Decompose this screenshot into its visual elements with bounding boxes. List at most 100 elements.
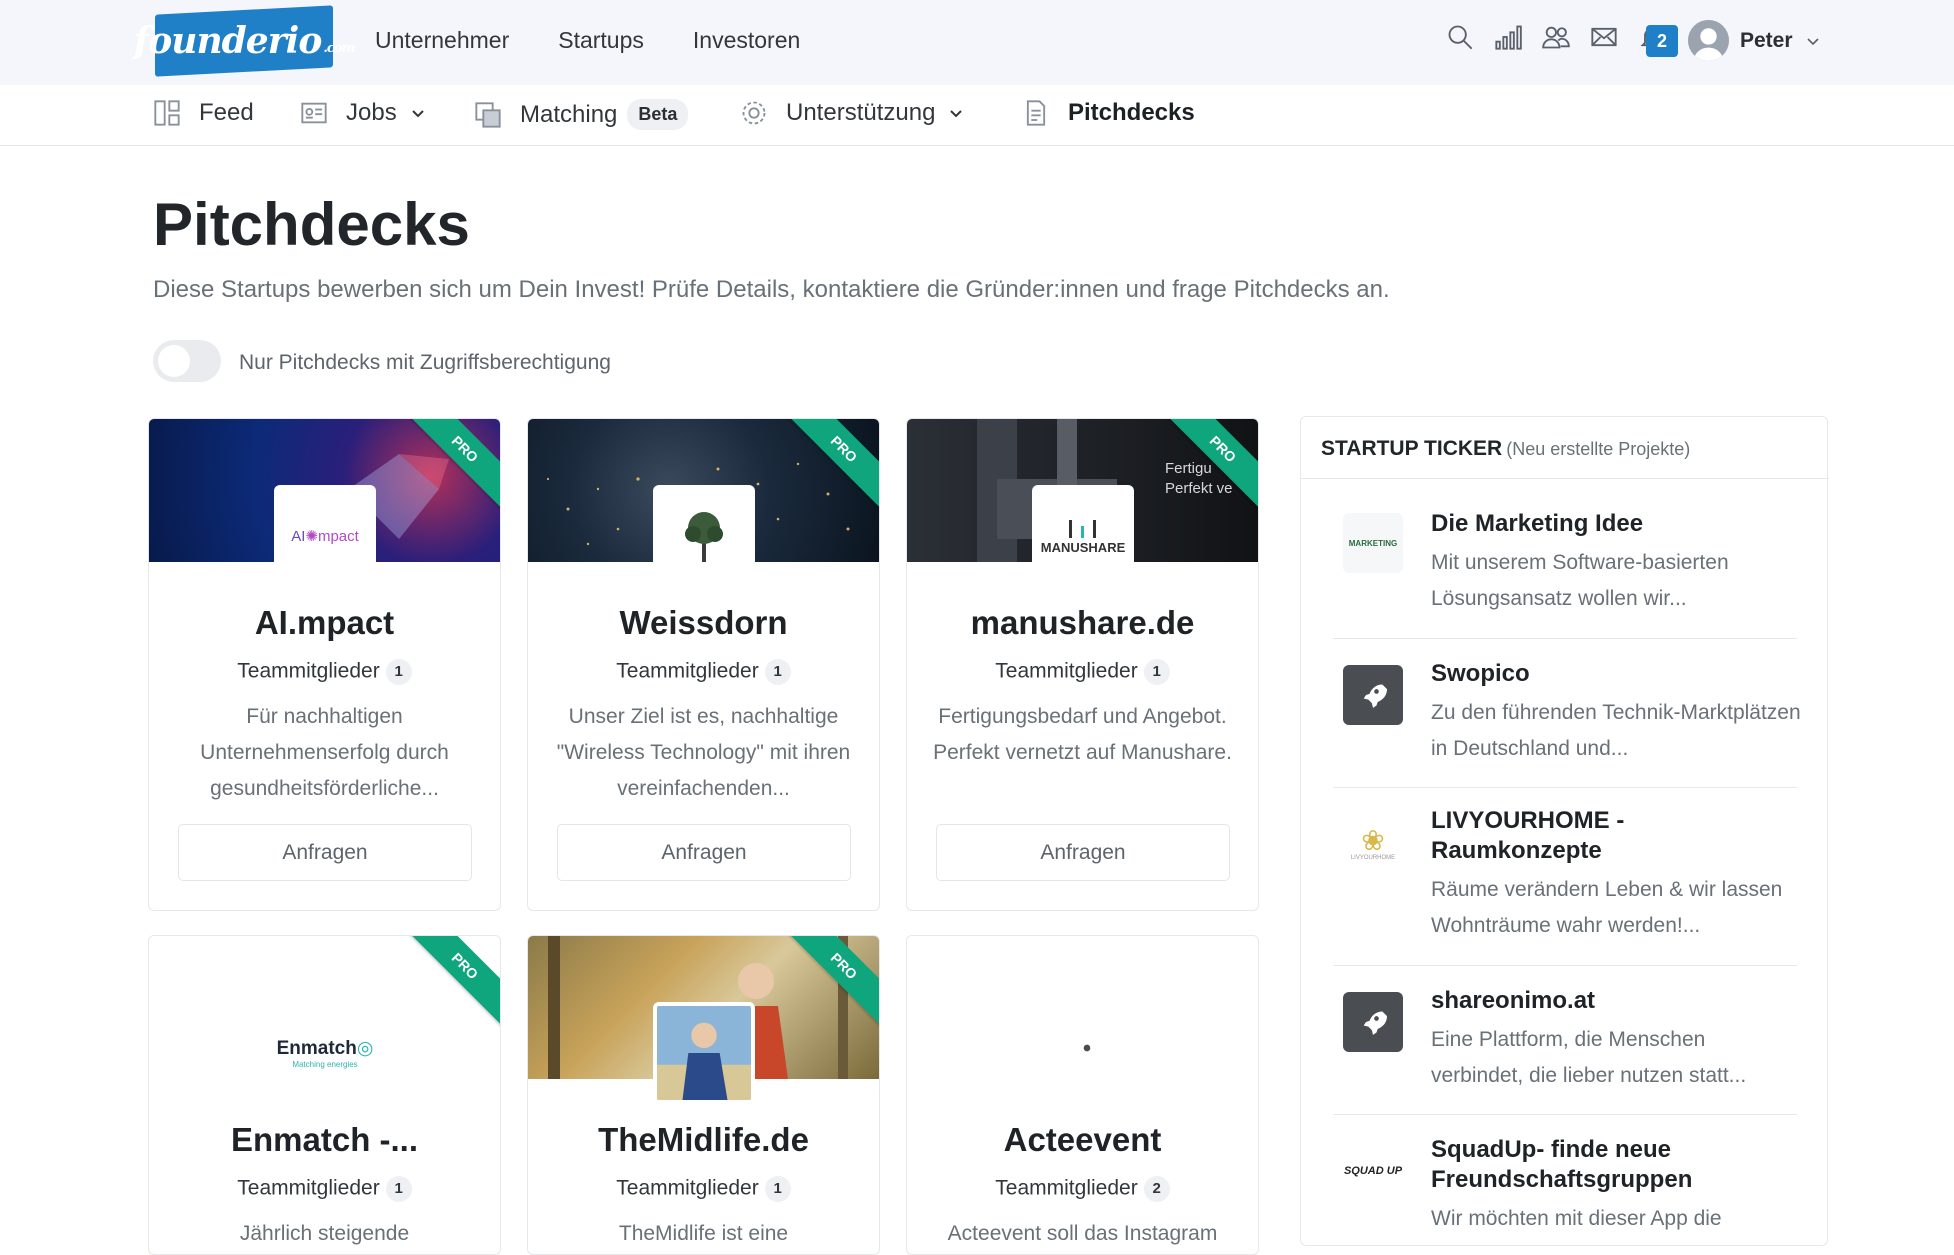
subnav-matching[interactable]: Matching Beta <box>474 99 689 130</box>
team-members: Teammitglieder 1 <box>528 1176 879 1202</box>
search-icon[interactable] <box>1445 22 1475 52</box>
startup-logo: ❀ LIVYOURHOME <box>1350 825 1396 862</box>
startup-description: TheMidlife ist eine <box>618 1222 789 1245</box>
ticker-item[interactable]: shareonimo.at Eine Plattform, die Mensch… <box>1333 966 1797 1115</box>
subnav-support-label: Unterstützung <box>786 99 936 126</box>
subnav-pitchdecks[interactable]: Pitchdecks <box>1022 99 1195 127</box>
mail-icon[interactable] <box>1589 22 1619 52</box>
startup-card-acteevent[interactable]: Acteevent Teammitglieder 2 Acteevent soll… <box>906 935 1259 1255</box>
ticker-item[interactable]: SQUAD UP SquadUp- finde neue Freundschaf… <box>1333 1115 1797 1245</box>
subnav-feed-label: Feed <box>199 99 254 126</box>
rocket-icon <box>1343 992 1403 1052</box>
ticker-item-name[interactable]: Die Marketing Idee <box>1431 509 1791 539</box>
team-count: 2 <box>1143 1176 1170 1202</box>
startup-description: Jährlich steigende <box>239 1222 410 1245</box>
team-members: Teammitglieder 1 <box>149 659 500 685</box>
team-count: 1 <box>1143 659 1170 685</box>
startup-name[interactable]: TheMidlife.de <box>528 1121 879 1159</box>
startup-logo: Enmatch◎ Matching energies <box>274 1002 376 1104</box>
ticker-subtitle: (Neu erstellte Projekte) <box>1506 439 1691 459</box>
startup-logo: MANUSHARE <box>1032 485 1134 587</box>
startup-ticker: STARTUP TICKER (Neu erstellte Projekte) M… <box>1300 416 1829 1246</box>
user-avatar[interactable] <box>1688 20 1729 61</box>
document-icon <box>1026 100 1046 126</box>
pro-ribbon: PRO <box>777 936 879 1038</box>
chevron-down-icon <box>411 110 424 118</box>
ticker-item-name[interactable]: LIVYOURHOME - Raumkonzepte <box>1431 806 1791 866</box>
access-filter-toggle[interactable] <box>153 340 221 382</box>
startup-card-aimpact[interactable]: PRO AI✺mpact AI.mpact Teammitglieder 1 Fü… <box>148 418 501 911</box>
pro-ribbon: PRO <box>777 419 879 521</box>
main-nav: Unternehmer Startups Investoren <box>375 27 800 54</box>
ticker-item-desc: Wir möchten mit dieser App die <box>1431 1207 1722 1230</box>
ticker-item-name[interactable]: Swopico <box>1431 659 1791 689</box>
copy-icon <box>475 101 501 128</box>
page-subtitle: Diese Startups bewerben sich um Dein Inv… <box>153 276 1390 303</box>
layout-icon <box>154 100 180 126</box>
page-title: Pitchdecks <box>153 191 470 258</box>
ticker-title: STARTUP TICKER <box>1321 437 1503 460</box>
request-button[interactable]: Anfragen <box>557 824 851 881</box>
startup-description: Unser Ziel ist es, nachhaltige "Wireless… <box>556 705 851 800</box>
ticker-item-desc: Mit unserem Software-basierten Lösungsan… <box>1431 551 1729 610</box>
users-icon[interactable] <box>1541 22 1571 52</box>
pro-ribbon: PRO <box>1156 419 1258 521</box>
subnav-jobs[interactable]: Jobs <box>300 99 425 127</box>
team-members: Teammitglieder 1 <box>149 1176 500 1202</box>
ticker-item[interactable]: MARKETING Die Marketing Idee Mit unserem… <box>1333 479 1797 639</box>
nav-startups[interactable]: Startups <box>558 27 644 54</box>
ticker-item[interactable]: Swopico Zu den führenden Technik-Marktpl… <box>1333 639 1801 788</box>
id-card-icon <box>301 102 327 124</box>
subnav-feed[interactable]: Feed <box>153 99 254 127</box>
startup-description: Für nachhaltigen Unternehmenserfolg durc… <box>200 705 449 800</box>
rocket-icon <box>1035 1006 1129 1100</box>
beta-badge: Beta <box>627 99 689 130</box>
startup-name[interactable]: Weissdorn <box>528 604 879 642</box>
startup-name[interactable]: manushare.de <box>907 604 1258 642</box>
team-count: 1 <box>764 1176 791 1202</box>
nav-investoren[interactable]: Investoren <box>693 27 800 54</box>
rocket-icon <box>1343 665 1403 725</box>
ticker-item-desc: Eine Plattform, die Menschen verbindet, … <box>1431 1028 1747 1087</box>
startup-name[interactable]: Enmatch -... <box>149 1121 500 1159</box>
toggle-label: Nur Pitchdecks mit Zugriffsberechtigung <box>239 351 611 374</box>
startup-logo: SQUAD UP <box>1343 1165 1403 1177</box>
ticker-header: STARTUP TICKER (Neu erstellte Projekte) <box>1301 417 1829 479</box>
startup-card-weissdorn[interactable]: PRO Weissdorn Teammitglieder 1 Unser Ziel… <box>527 418 880 911</box>
founderio-logo[interactable]: founderio .com <box>134 5 354 77</box>
startup-card-themidlife[interactable]: PRO TheMidlife.de Teammitglieder 1 TheMid… <box>527 935 880 1255</box>
ticker-item-name[interactable]: SquadUp- finde neue Freundschaftsgruppen <box>1431 1135 1791 1195</box>
startup-description: Fertigungsbedarf und Angebot. Perfekt ve… <box>933 705 1232 764</box>
startup-card-enmatch[interactable]: PRO Enmatch◎ Matching energies Enmatch -… <box>148 935 501 1255</box>
nav-unternehmer[interactable]: Unternehmer <box>375 27 509 54</box>
startup-name[interactable]: AI.mpact <box>149 604 500 642</box>
username[interactable]: Peter <box>1740 29 1793 53</box>
ticker-item[interactable]: ❀ LIVYOURHOME LIVYOURHOME - Raumkonzepte… <box>1333 788 1797 966</box>
tree-logo-icon <box>653 485 755 587</box>
startup-card-manushare[interactable]: Fertigu Perfekt ve PRO MANUSHARE manushar… <box>906 418 1259 911</box>
team-count: 1 <box>764 659 791 685</box>
request-button[interactable]: Anfragen <box>936 824 1230 881</box>
subnav-pitchdecks-label: Pitchdecks <box>1068 99 1195 126</box>
team-count: 1 <box>385 659 412 685</box>
team-members: Teammitglieder 1 <box>528 659 879 685</box>
ticker-item-desc: Räume verändern Leben & wir lassen Wohnt… <box>1431 878 1783 937</box>
team-members: Teammitglieder 1 <box>907 659 1258 685</box>
chart-icon[interactable] <box>1493 22 1523 52</box>
notification-badge[interactable]: 2 <box>1646 25 1678 57</box>
subnav-jobs-label: Jobs <box>346 99 397 126</box>
subnav-support[interactable]: Unterstützung <box>740 99 963 127</box>
request-button[interactable]: Anfragen <box>178 824 472 881</box>
team-members: Teammitglieder 2 <box>907 1176 1258 1202</box>
chevron-down-icon[interactable] <box>1806 34 1820 48</box>
startup-description: Acteevent soll das Instagram <box>947 1222 1218 1245</box>
pro-ribbon: PRO <box>398 419 500 521</box>
gear-icon <box>742 101 766 125</box>
top-navbar: founderio .com Unternehmer Startups Inves… <box>0 0 1954 85</box>
startup-name[interactable]: Acteevent <box>907 1121 1258 1159</box>
team-count: 1 <box>385 1176 412 1202</box>
chevron-down-icon <box>950 110 963 118</box>
ticker-item-name[interactable]: shareonimo.at <box>1431 986 1791 1016</box>
startup-logo: MARKETING <box>1343 513 1403 573</box>
startup-logo <box>653 1002 755 1104</box>
